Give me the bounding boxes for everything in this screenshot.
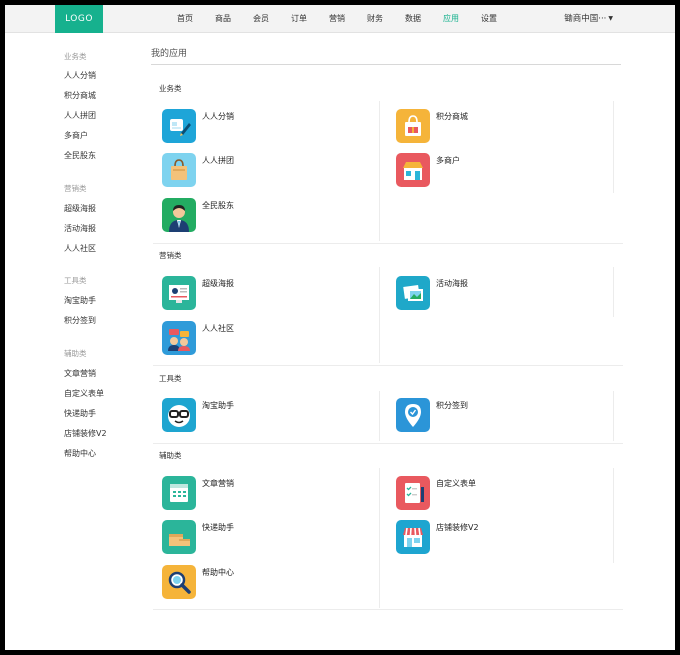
- sidebar-item[interactable]: 全民股东: [64, 150, 96, 161]
- app-name: 积分签到: [436, 401, 468, 410]
- app-tile[interactable]: 人人分销: [162, 109, 234, 143]
- sidebar-item[interactable]: 店铺装修V2: [64, 428, 107, 439]
- column-divider: [613, 468, 614, 563]
- app-name: 多商户: [436, 156, 460, 165]
- nav-marketing[interactable]: 营销: [329, 5, 345, 33]
- title-divider: [151, 64, 621, 65]
- help-center-icon: [162, 565, 196, 599]
- app-name: 快递助手: [202, 523, 234, 532]
- nav-orders[interactable]: 订单: [291, 5, 307, 33]
- app-name: 活动海报: [436, 279, 468, 288]
- sidebar-item[interactable]: 人人分销: [64, 70, 96, 81]
- app-tile[interactable]: 积分签到: [396, 398, 468, 432]
- section-divider: [153, 365, 623, 366]
- app-tile[interactable]: 人人拼团: [162, 153, 234, 187]
- sidebar-item[interactable]: 活动海报: [64, 223, 96, 234]
- section-divider: [153, 443, 623, 444]
- nav-goods[interactable]: 商品: [215, 5, 231, 33]
- nav-finance[interactable]: 财务: [367, 5, 383, 33]
- app-name: 超级海报: [202, 279, 234, 288]
- shareholder-icon: [162, 198, 196, 232]
- custom-form-icon: [396, 476, 430, 510]
- app-frame: LOGO 首页 商品 会员 订单 营销 财务 数据 应用 设置 锄商中国··· ▼…: [5, 5, 675, 650]
- column-divider: [613, 391, 614, 441]
- column-divider: [613, 267, 614, 317]
- app-tile[interactable]: 店铺装修V2: [396, 520, 479, 554]
- points-mall-icon: [396, 109, 430, 143]
- app-name: 自定义表单: [436, 479, 476, 488]
- sidebar-item[interactable]: 积分商城: [64, 90, 96, 101]
- sidebar-item[interactable]: 自定义表单: [64, 388, 104, 399]
- shop-decor-icon: [396, 520, 430, 554]
- super-poster-icon: [162, 276, 196, 310]
- sidebar-item[interactable]: 帮助中心: [64, 448, 96, 459]
- delivery-icon: [162, 520, 196, 554]
- user-menu[interactable]: 锄商中国··· ▼: [564, 5, 613, 33]
- section-divider: [153, 243, 623, 244]
- column-divider: [613, 101, 614, 193]
- checkin-icon: [396, 398, 430, 432]
- sidebar-item[interactable]: 人人拼团: [64, 110, 96, 121]
- column-divider: [379, 468, 380, 608]
- app-tile[interactable]: 人人社区: [162, 321, 234, 355]
- app-tile[interactable]: 自定义表单: [396, 476, 476, 510]
- app-tile[interactable]: 淘宝助手: [162, 398, 234, 432]
- section-divider: [153, 609, 623, 610]
- chevron-down-icon: ▼: [608, 15, 613, 22]
- app-name: 全民股东: [202, 201, 234, 210]
- nav-data[interactable]: 数据: [405, 5, 421, 33]
- multi-merchant-icon: [396, 153, 430, 187]
- user-name: 锄商中国···: [564, 14, 607, 24]
- section-title: 辅助类: [159, 451, 182, 460]
- sidebar-group-title: 辅助类: [64, 349, 87, 358]
- app-name: 淘宝助手: [202, 401, 234, 410]
- app-tile[interactable]: 全民股东: [162, 198, 234, 232]
- distribution-icon: [162, 109, 196, 143]
- article-icon: [162, 476, 196, 510]
- section-title: 工具类: [159, 374, 182, 383]
- page-title: 我的应用: [151, 49, 188, 59]
- app-name: 店铺装修V2: [436, 523, 479, 532]
- event-poster-icon: [396, 276, 430, 310]
- sidebar-item[interactable]: 人人社区: [64, 243, 96, 254]
- app-name: 文章营销: [202, 479, 234, 488]
- nav-members[interactable]: 会员: [253, 5, 269, 33]
- app-tile[interactable]: 多商户: [396, 153, 460, 187]
- sidebar: 业务类 人人分销 积分商城 人人拼团 多商户 全民股东 营销类 超级海报 活动海…: [5, 33, 145, 650]
- group-buy-icon: [162, 153, 196, 187]
- sidebar-item[interactable]: 淘宝助手: [64, 295, 96, 306]
- sidebar-group-title: 营销类: [64, 184, 87, 193]
- community-icon: [162, 321, 196, 355]
- section-title: 业务类: [159, 84, 182, 93]
- section-title: 营销类: [159, 251, 182, 260]
- taobao-helper-icon: [162, 398, 196, 432]
- sidebar-item[interactable]: 超级海报: [64, 203, 96, 214]
- app-tile[interactable]: 超级海报: [162, 276, 234, 310]
- sidebar-item[interactable]: 文章营销: [64, 368, 96, 379]
- top-navbar: LOGO 首页 商品 会员 订单 营销 财务 数据 应用 设置 锄商中国··· ▼: [5, 5, 675, 33]
- app-name: 积分商城: [436, 112, 468, 121]
- column-divider: [379, 391, 380, 441]
- column-divider: [379, 267, 380, 363]
- sidebar-item[interactable]: 快递助手: [64, 408, 96, 419]
- app-name: 人人分销: [202, 112, 234, 121]
- app-tile[interactable]: 快递助手: [162, 520, 234, 554]
- app-name: 人人社区: [202, 324, 234, 333]
- sidebar-group-title: 业务类: [64, 52, 87, 61]
- sidebar-item[interactable]: 积分签到: [64, 315, 96, 326]
- sidebar-group-title: 工具类: [64, 276, 87, 285]
- nav-home[interactable]: 首页: [177, 5, 193, 33]
- app-tile[interactable]: 积分商城: [396, 109, 468, 143]
- app-name: 帮助中心: [202, 568, 234, 577]
- nav-settings[interactable]: 设置: [481, 5, 497, 33]
- app-tile[interactable]: 活动海报: [396, 276, 468, 310]
- app-tile[interactable]: 帮助中心: [162, 565, 234, 599]
- app-tile[interactable]: 文章营销: [162, 476, 234, 510]
- sidebar-item[interactable]: 多商户: [64, 130, 88, 141]
- app-name: 人人拼团: [202, 156, 234, 165]
- column-divider: [379, 101, 380, 241]
- nav-apps[interactable]: 应用: [443, 5, 459, 33]
